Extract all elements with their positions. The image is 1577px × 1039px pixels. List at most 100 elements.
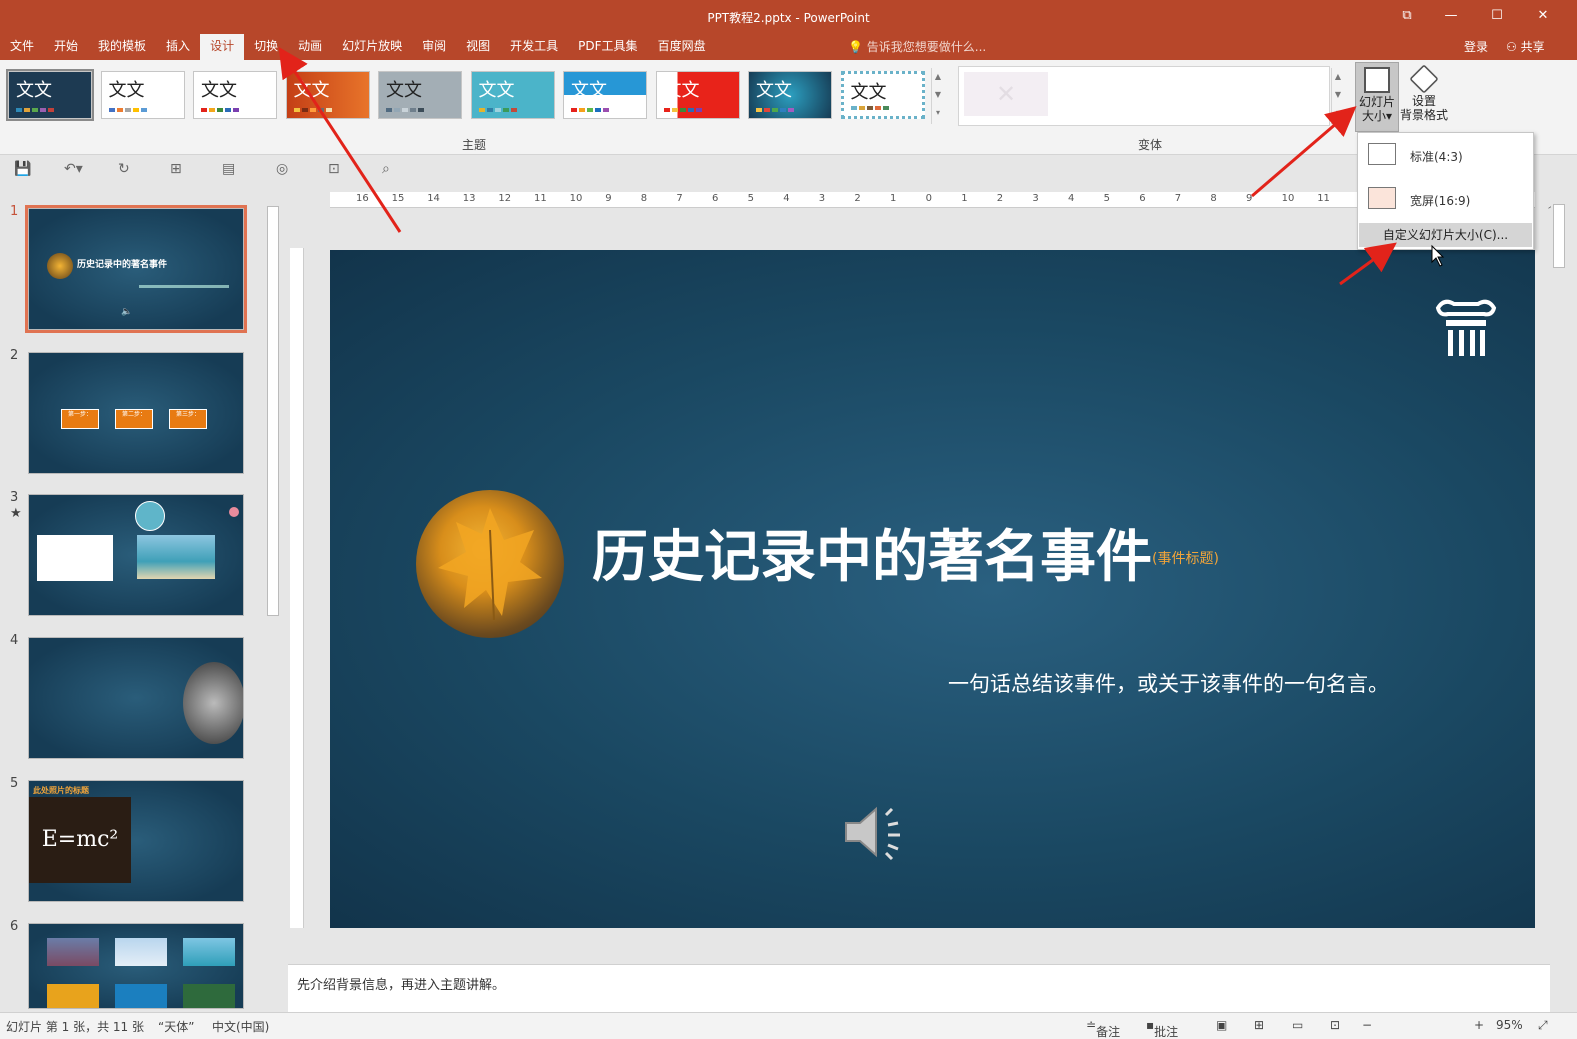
slideshow-icon[interactable]: ⊡ <box>1330 1018 1340 1032</box>
ruler-label: 10 <box>1281 193 1295 204</box>
notes-label: 备注 <box>1096 1025 1121 1039</box>
ruler-label: 7 <box>1174 193 1182 204</box>
custom-slide-size-option[interactable]: 自定义幻灯片大小(C)... <box>1359 223 1532 247</box>
slide-title-tag[interactable]: (事件标题) <box>1152 548 1219 568</box>
tab-6[interactable]: 动画 <box>288 34 332 60</box>
slide-number: 1 <box>10 204 19 219</box>
ruler-label: 4 <box>1068 193 1075 204</box>
close-icon[interactable]: ✕ <box>1532 6 1554 26</box>
theme-color-swatches <box>478 108 517 112</box>
format-background-button[interactable]: 设置 背景格式 <box>1398 62 1450 132</box>
theme-color-swatches <box>850 106 889 110</box>
tab-8[interactable]: 审阅 <box>412 34 456 60</box>
step-box: 第三步： <box>169 409 207 429</box>
tab-5[interactable]: 切换 <box>244 34 288 60</box>
share-button[interactable]: ⚇ 共享 <box>1506 38 1545 55</box>
zoom-level[interactable]: 95% <box>1496 1018 1523 1032</box>
slide-scrollbar[interactable] <box>1551 192 1567 942</box>
variant-thumbnail[interactable]: ✕ <box>964 72 1048 116</box>
slide-size-button[interactable]: 幻灯片 大小▾ <box>1355 62 1399 132</box>
maximize-icon[interactable]: ☐ <box>1486 6 1508 26</box>
layout-icon[interactable]: ▤ <box>222 161 235 177</box>
slide-number: 4 <box>10 633 19 648</box>
notes-toggle-button[interactable]: ≐ 备注 <box>1086 1018 1120 1039</box>
slide-size-label-1: 幻灯片 <box>1358 95 1395 109</box>
step-box: 第二步： <box>115 409 153 429</box>
new-slide-icon[interactable]: ⊞ <box>170 161 182 177</box>
tab-0[interactable]: 文件 <box>0 34 44 60</box>
ruler-label: 7 <box>676 193 683 204</box>
ruler-label: 2 <box>996 193 1004 204</box>
speaker-icon[interactable] <box>842 803 908 861</box>
tab-3[interactable]: 插入 <box>156 34 200 60</box>
save-icon[interactable]: 💾 <box>14 161 31 177</box>
slide-number: 2 <box>10 348 19 363</box>
fit-slide-icon[interactable]: ⤢ <box>1538 1018 1548 1033</box>
window-title: PPT教程2.pptx - PowerPoint <box>707 11 870 25</box>
tab-1[interactable]: 开始 <box>44 34 88 60</box>
theme-sample-text: 文文 <box>571 80 607 101</box>
theme-thumbnail[interactable]: 文文 <box>100 71 185 119</box>
theme-thumbnail[interactable]: 文文 <box>655 71 740 119</box>
scrollbar-thumb[interactable] <box>1553 204 1565 268</box>
variants-group-label: 变体 <box>1138 138 1163 152</box>
theme-thumbnail[interactable]: 文文 <box>285 71 370 119</box>
reading-view-icon[interactable]: ▭ <box>1292 1018 1303 1032</box>
minimize-icon[interactable]: — <box>1440 6 1462 26</box>
slide-thumbnail-4[interactable] <box>28 637 244 759</box>
slide-thumbnail-6[interactable] <box>28 923 244 1009</box>
theme-thumbnail[interactable]: 文文 <box>378 71 462 119</box>
tab-2[interactable]: 我的模板 <box>88 34 156 60</box>
scrollbar-thumb[interactable] <box>267 206 279 616</box>
themes-gallery-scroll[interactable]: ▲ ▼ ▾ <box>931 68 944 124</box>
widescreen-size-option[interactable]: 宽屏(16:9) <box>1358 177 1533 221</box>
slide-title[interactable]: 历史记录中的著名事件 <box>592 512 1152 593</box>
theme-thumbnail[interactable]: 文文 <box>6 69 94 121</box>
slide-thumbnail-5[interactable]: 此处照片的标题 E=mc² <box>28 780 244 902</box>
leaf-image[interactable] <box>416 490 564 638</box>
theme-sample-text: 文文 <box>16 80 52 101</box>
variants-gallery-scroll[interactable]: ▲ ▼ ▾ <box>1331 68 1344 124</box>
redo-icon[interactable]: ↻ <box>118 161 130 177</box>
slide-sorter-icon[interactable]: ⊞ <box>1254 1018 1264 1032</box>
comments-button[interactable]: ▪ 批注 <box>1146 1018 1178 1039</box>
notes-pane[interactable]: 先介绍背景信息，再进入主题讲解。 <box>288 964 1550 1012</box>
language[interactable]: 中文(中国) <box>212 1018 269 1035</box>
tab-7[interactable]: 幻灯片放映 <box>332 34 412 60</box>
notes-text[interactable]: 先介绍背景信息，再进入主题讲解。 <box>297 974 505 993</box>
title-bar: PPT教程2.pptx - PowerPoint ⧉ — ☐ ✕ 文件 开始 我的模… <box>0 0 1577 60</box>
theme-thumbnail[interactable]: 文文 <box>563 71 647 119</box>
tab-10[interactable]: 开发工具 <box>500 34 568 60</box>
tab-11[interactable]: PDF工具集 <box>568 34 647 60</box>
slide-thumbnail-1[interactable]: 历史记录中的著名事件 🔈 <box>25 205 247 333</box>
slide-canvas[interactable]: 历史记录中的著名事件 (事件标题) 一句话总结该事件，或关于该事件的一句名言。 <box>330 250 1535 928</box>
tab-9[interactable]: 视图 <box>456 34 500 60</box>
tab-12[interactable]: 百度网盘 <box>648 34 716 60</box>
normal-view-icon[interactable]: ▣ <box>1216 1018 1227 1032</box>
thumbnail-scrollbar[interactable] <box>266 192 280 1010</box>
slide-number: 6 <box>10 919 19 934</box>
zoom-in-icon[interactable]: + <box>1474 1018 1484 1032</box>
theme-color-swatches <box>16 108 54 112</box>
ribbon-display-icon[interactable]: ⧉ <box>1396 6 1418 26</box>
tab-4[interactable]: 设计 <box>200 34 245 60</box>
theme-thumbnail[interactable]: 文文 <box>470 71 555 119</box>
shapes-icon[interactable]: ◎ <box>276 161 288 177</box>
standard-size-option[interactable]: 标准(4:3) <box>1358 133 1533 177</box>
preview-icon[interactable]: ⌕ <box>382 161 390 177</box>
zoom-out-icon[interactable]: − <box>1362 1018 1372 1032</box>
slide-thumbnail-3[interactable] <box>28 494 244 616</box>
ruler-label: 3 <box>818 193 826 204</box>
theme-thumbnail[interactable]: 文文 <box>193 71 277 119</box>
undo-icon[interactable]: ↶▾ <box>64 161 83 177</box>
vertical-ruler <box>290 248 304 928</box>
theme-thumbnail[interactable]: 文文 <box>840 71 925 119</box>
theme-sample-text: 文文 <box>386 80 422 101</box>
slide-subtitle[interactable]: 一句话总结该事件，或关于该事件的一句名言。 <box>948 668 1389 698</box>
login-link[interactable]: 登录 <box>1464 38 1488 55</box>
presenter-icon[interactable]: ⊡ <box>328 161 340 177</box>
tell-me-box[interactable]: 💡 告诉我您想要做什么... <box>848 38 986 55</box>
slide-thumbnail-2[interactable]: 第一步： 第二步： 第三步： <box>28 352 244 474</box>
animation-star-icon: ★ <box>10 506 22 521</box>
theme-thumbnail[interactable]: 文文 <box>748 71 832 119</box>
